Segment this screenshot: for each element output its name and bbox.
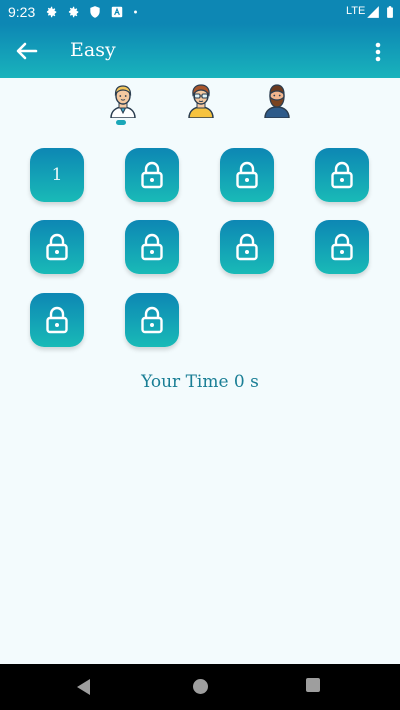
- level-1-button[interactable]: 1: [30, 148, 84, 202]
- lock-icon: [46, 306, 68, 334]
- square-recents-icon[interactable]: [306, 678, 320, 692]
- level-number: 1: [51, 165, 63, 185]
- level-8-locked-button[interactable]: [315, 220, 369, 274]
- network-type: LTE: [346, 5, 366, 17]
- shield-icon: [90, 6, 100, 18]
- triangle-back-icon[interactable]: [75, 678, 91, 696]
- overflow-menu-button[interactable]: [366, 38, 390, 66]
- lock-icon: [331, 233, 353, 261]
- lock-icon: [141, 161, 163, 189]
- signal-icon: [367, 6, 379, 18]
- level-9-locked-button[interactable]: [30, 293, 84, 347]
- lock-icon: [236, 161, 258, 189]
- arrow-left-icon: [16, 42, 38, 60]
- status-bar: 9:23 LTE: [0, 0, 400, 24]
- lock-icon: [46, 233, 68, 261]
- lock-icon: [141, 306, 163, 334]
- glasses-avatar-icon: [188, 84, 214, 119]
- dot-icon: [134, 10, 137, 14]
- doctor-avatar-icon: [110, 85, 136, 119]
- more-vert-icon: [375, 42, 381, 62]
- settings-icon: [46, 6, 57, 18]
- lock-icon: [141, 233, 163, 261]
- level-2-locked-button[interactable]: [125, 148, 179, 202]
- level-3-locked-button[interactable]: [220, 148, 274, 202]
- lock-icon: [236, 233, 258, 261]
- level-10-locked-button[interactable]: [125, 293, 179, 347]
- lock-icon: [331, 161, 353, 189]
- level-5-locked-button[interactable]: [30, 220, 84, 274]
- page-title: Easy: [70, 39, 116, 61]
- system-nav-bar: [0, 664, 400, 710]
- app-bar: Easy: [0, 24, 400, 78]
- status-time: 9:23: [8, 4, 36, 20]
- doctor-avatar[interactable]: [108, 84, 138, 119]
- selected-avatar-indicator: [116, 120, 126, 125]
- bearded-avatar[interactable]: [262, 84, 292, 119]
- bearded-avatar-icon: [264, 84, 290, 119]
- back-button[interactable]: [12, 37, 42, 65]
- level-4-locked-button[interactable]: [315, 148, 369, 202]
- settings-icon: [68, 6, 79, 18]
- circle-home-icon[interactable]: [192, 678, 209, 695]
- level-7-locked-button[interactable]: [220, 220, 274, 274]
- level-6-locked-button[interactable]: [125, 220, 179, 274]
- battery-icon: [387, 6, 393, 18]
- your-time-label: Your Time 0 s: [141, 372, 259, 392]
- app-notification-icon: [111, 6, 123, 18]
- glasses-avatar[interactable]: [186, 84, 216, 119]
